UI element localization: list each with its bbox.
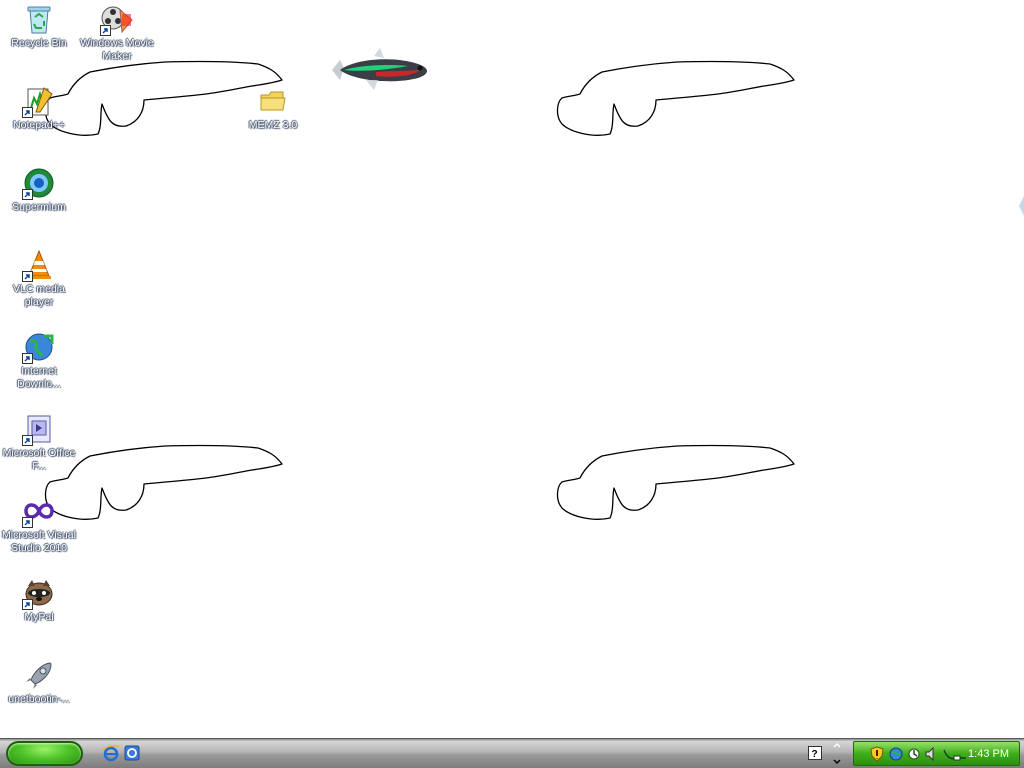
icon-label: Recycle Bin xyxy=(11,37,67,49)
desktop-icon-notepad-plus-plus[interactable]: Notepad++ xyxy=(0,84,78,132)
icon-label: Notepad++ xyxy=(13,119,65,131)
help-icon[interactable]: ? xyxy=(808,746,822,760)
shortcut-arrow-icon xyxy=(22,599,33,610)
desktop-icon-supermium[interactable]: Supermium xyxy=(0,166,78,214)
icon-label: Windows Movie Maker xyxy=(80,37,154,62)
outlook-express-icon[interactable] xyxy=(123,744,141,762)
desktop-icon-vlc-media-player[interactable]: VLC media player xyxy=(0,248,78,309)
supermium-browser-icon xyxy=(22,166,56,200)
recycle-bin-icon xyxy=(22,2,56,36)
folder-icon xyxy=(256,84,290,118)
desktop-icon-mypal[interactable]: MyPal xyxy=(0,576,78,624)
shortcut-arrow-icon xyxy=(22,435,33,446)
doodle-outline-3 xyxy=(44,444,283,520)
shortcut-arrow-icon xyxy=(22,517,33,528)
desktop[interactable]: Recycle Bin Windows Movie Maker Notepad+… xyxy=(0,0,1024,738)
unetbootin-rocket-icon xyxy=(22,658,56,692)
desktop-icon-recycle-bin[interactable]: Recycle Bin xyxy=(0,2,78,50)
notification-area: 1:43 PM xyxy=(853,741,1020,766)
icon-label: Microsoft Visual Studio 2010 xyxy=(2,529,76,554)
taskbar-clock[interactable]: 1:43 PM xyxy=(968,747,1009,761)
internet-explorer-icon[interactable] xyxy=(102,744,120,762)
doodle-outline-2 xyxy=(556,60,795,136)
movie-maker-icon xyxy=(100,2,134,36)
offscreen-item-icon xyxy=(1019,196,1024,216)
desktop-icon-microsoft-office-frontpage[interactable]: Microsoft Office F... xyxy=(0,412,78,473)
usb-connection-icon[interactable] xyxy=(942,746,968,762)
notepad-plus-plus-icon xyxy=(22,84,56,118)
icon-label: MEMZ 3.0 xyxy=(248,119,298,131)
desktop-icon-internet-download-manager[interactable]: Internet Downlo... xyxy=(0,330,78,391)
shortcut-arrow-icon xyxy=(100,25,111,36)
shortcut-arrow-icon xyxy=(22,189,33,200)
shortcut-arrow-icon xyxy=(22,271,33,282)
icon-label: Internet Downlo... xyxy=(17,365,61,390)
icon-label: VLC media player xyxy=(13,283,65,308)
shortcut-arrow-icon xyxy=(22,353,33,364)
icon-label: unetbootin-... xyxy=(8,693,70,705)
desktop-icon-microsoft-visual-studio-2010[interactable]: Microsoft Visual Studio 2010 xyxy=(0,494,78,555)
download-manager-globe-icon xyxy=(22,330,56,364)
icon-label: Microsoft Office F... xyxy=(2,447,76,472)
desktop-icon-unetbootin[interactable]: unetbootin-... xyxy=(0,658,78,706)
connection-icon[interactable] xyxy=(906,746,922,762)
security-shield-icon[interactable] xyxy=(869,746,885,762)
mypal-raccoon-icon xyxy=(22,576,56,610)
vlc-cone-icon xyxy=(22,248,56,282)
visual-studio-infinity-icon xyxy=(22,494,56,528)
icon-label: MyPal xyxy=(24,611,54,623)
icon-label: Supermium xyxy=(12,201,66,213)
screen-doodles xyxy=(44,60,795,520)
taskbar: ? 1:43 PM xyxy=(0,738,1024,768)
show-hidden-icons-chevron[interactable] xyxy=(831,743,843,765)
desktop-icon-memz-folder[interactable]: MEMZ 3.0 xyxy=(234,84,312,132)
doodle-outline-4 xyxy=(556,444,795,520)
neon-tetra-fish-image xyxy=(332,48,427,90)
volume-icon[interactable] xyxy=(924,746,940,762)
desktop-icon-windows-movie-maker[interactable]: Windows Movie Maker xyxy=(78,2,156,63)
office-frontpage-icon xyxy=(22,412,56,446)
shortcut-arrow-icon xyxy=(22,107,33,118)
network-globe-icon[interactable] xyxy=(888,746,904,762)
svg-text:?: ? xyxy=(812,749,818,760)
start-button[interactable] xyxy=(6,741,83,766)
